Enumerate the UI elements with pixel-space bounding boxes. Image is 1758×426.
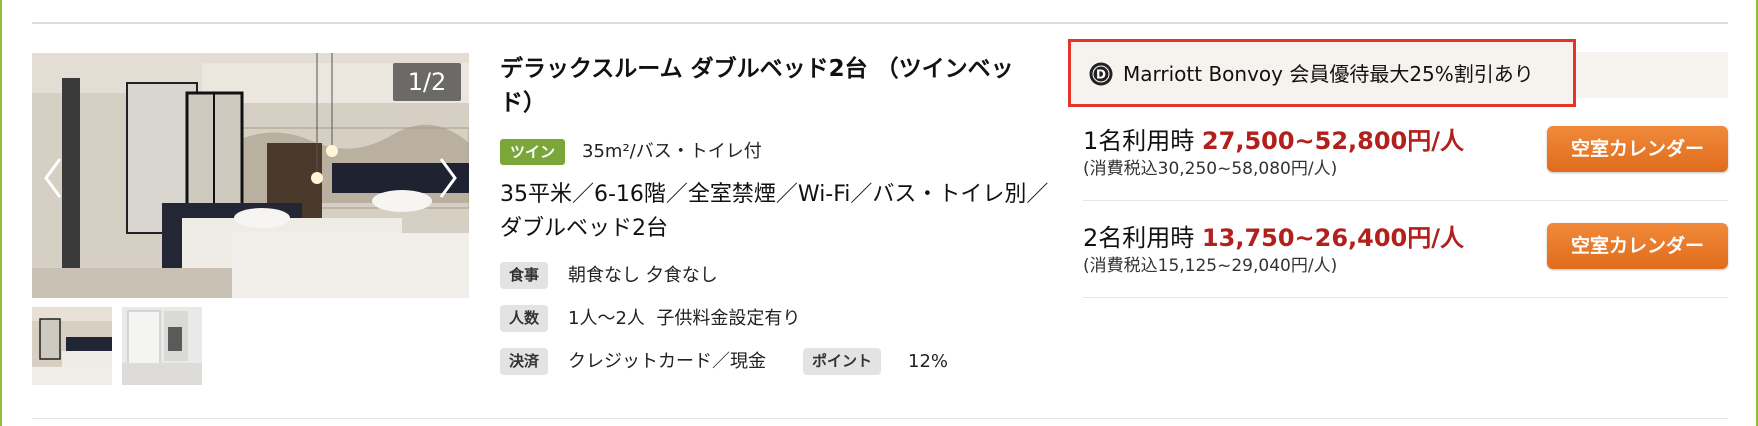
thumbnail-2-image xyxy=(122,307,202,385)
payment-value: クレジットカード／現金 xyxy=(568,351,766,372)
room-type-tag: ツイン xyxy=(500,139,566,165)
thumbnail-1[interactable] xyxy=(32,307,112,385)
price-range: 27,500~52,800円/人 xyxy=(1201,127,1465,155)
room-main-photo[interactable]: 1/2 xyxy=(32,53,469,298)
room-description: 35平米／6-16階／全室禁煙／Wi-Fi／バス・トイレ別／ダブルベッド2台 xyxy=(500,182,1049,241)
points-label: ポイント xyxy=(803,348,882,375)
meal-value: 朝食なし 夕食なし xyxy=(568,265,718,286)
prev-photo-button[interactable] xyxy=(38,153,68,203)
thumbnail-1-image xyxy=(32,307,112,385)
chevron-right-icon xyxy=(439,158,457,198)
chevron-left-icon xyxy=(44,158,62,198)
bottom-divider xyxy=(32,418,1728,419)
vacancy-calendar-button-2-person[interactable]: 空室カレンダー xyxy=(1547,223,1728,269)
frame-left-border xyxy=(0,0,2,426)
next-photo-button[interactable] xyxy=(433,153,463,203)
top-divider xyxy=(32,22,1728,24)
payment-label: 決済 xyxy=(500,348,549,375)
vacancy-calendar-button-1-person[interactable]: 空室カレンダー xyxy=(1547,126,1728,172)
people-value: 1人～2人 子供料金設定有り xyxy=(568,308,801,329)
bonvoy-member-offer-banner: D Marriott Bonvoy 会員優待最大25%割引あり xyxy=(1068,39,1576,107)
occupancy-label: 2名利用時 xyxy=(1083,224,1195,252)
price-row-divider xyxy=(1083,297,1728,298)
price-range: 13,750~26,400円/人 xyxy=(1201,224,1465,252)
meal-label: 食事 xyxy=(500,262,549,289)
points-value: 12% xyxy=(908,351,949,372)
room-size-text: 35m²/バス・トイレ付 xyxy=(582,141,762,162)
marriott-bonvoy-logo-icon: D xyxy=(1089,62,1113,86)
thumbnail-2[interactable] xyxy=(122,307,202,385)
room-title[interactable]: デラックスルーム ダブルベッド2台 （ツインベッド） xyxy=(500,52,1040,120)
occupancy-label: 1名利用時 xyxy=(1083,127,1195,155)
price-row-divider xyxy=(1083,200,1728,201)
people-label: 人数 xyxy=(500,305,549,332)
svg-text:D: D xyxy=(1096,68,1106,82)
photo-counter: 1/2 xyxy=(393,63,461,101)
bonvoy-offer-text: Marriott Bonvoy 会員優待最大25%割引あり xyxy=(1123,62,1534,86)
